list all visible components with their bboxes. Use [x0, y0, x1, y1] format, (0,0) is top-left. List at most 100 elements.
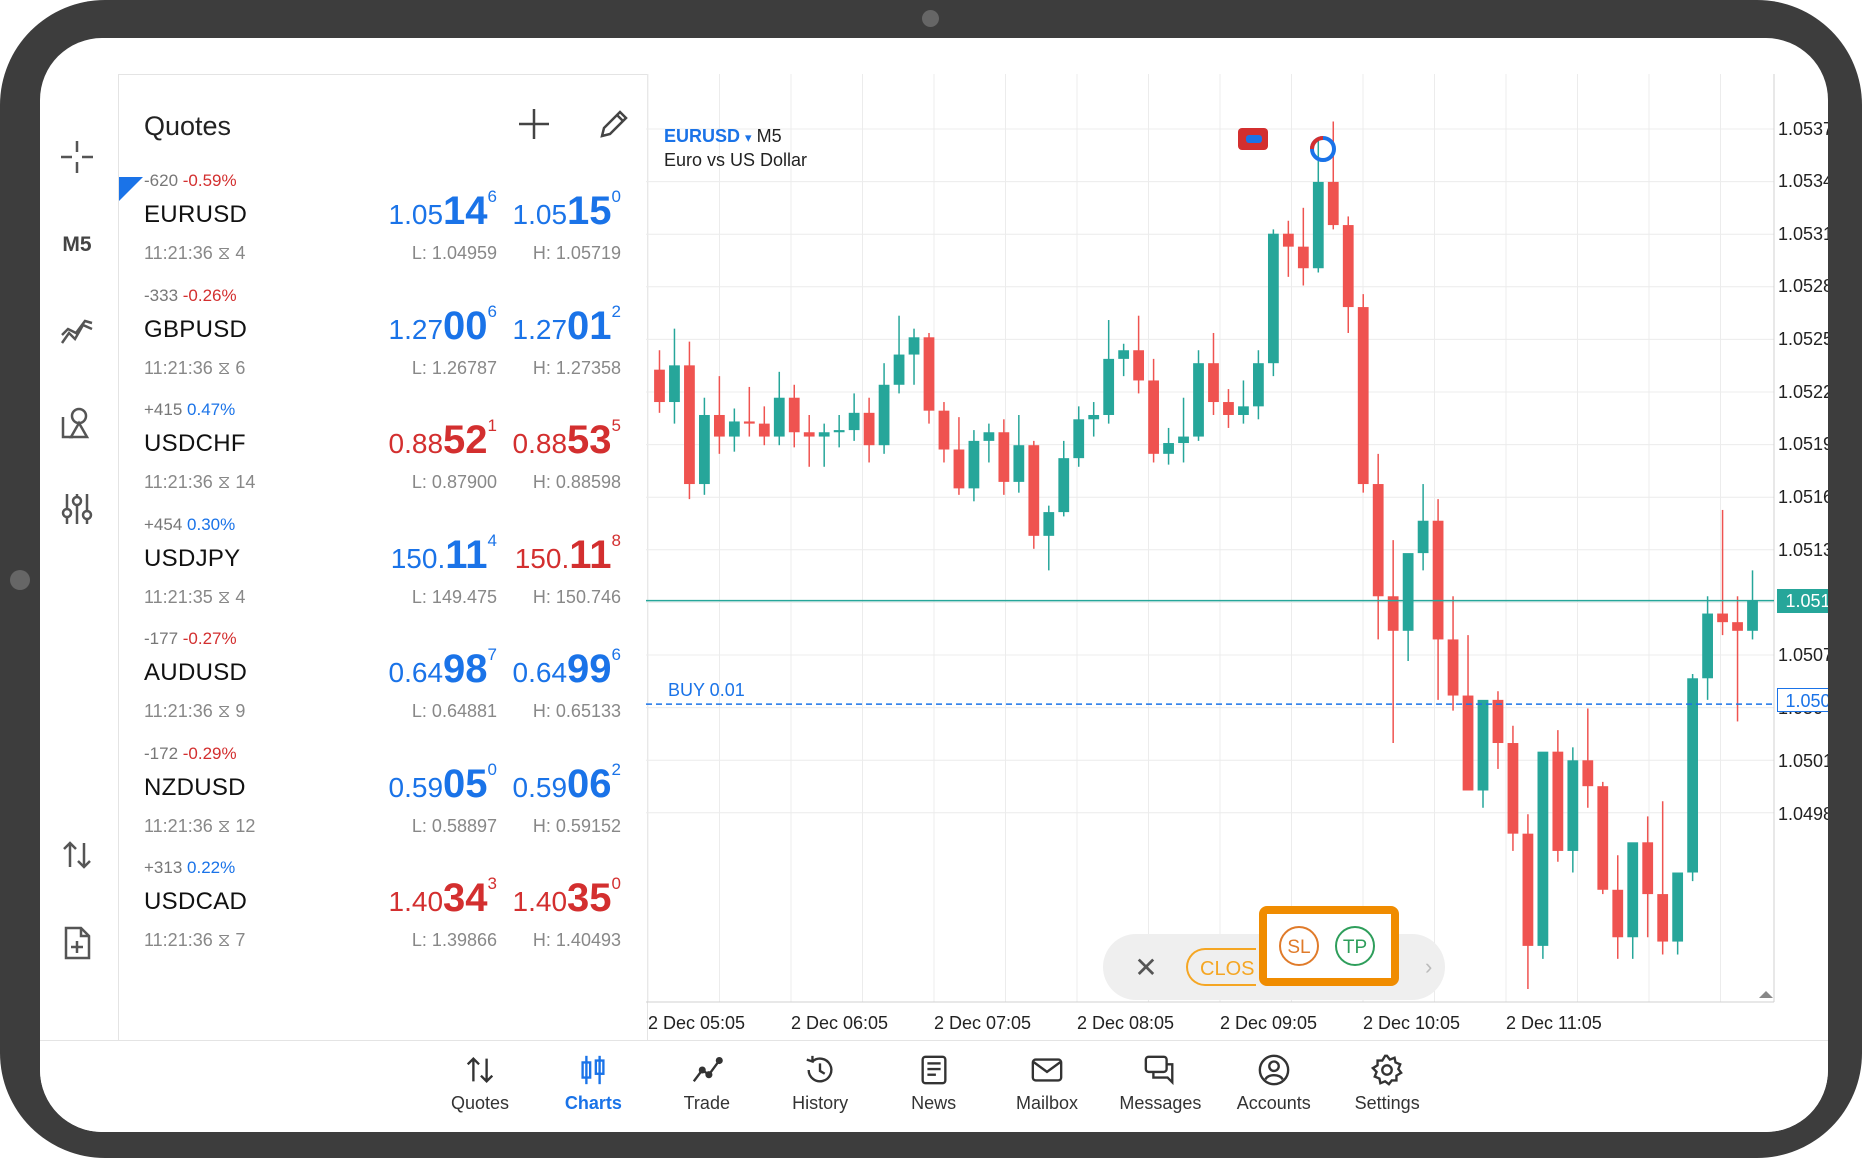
- candle-body: [953, 449, 965, 489]
- candle-body: [1642, 842, 1654, 895]
- nav-mailbox[interactable]: Mailbox: [992, 1053, 1102, 1114]
- nav-trade[interactable]: Trade: [652, 1053, 762, 1114]
- spread-icon: ⧖: [217, 701, 231, 721]
- bid-price-pips: 11: [445, 532, 488, 577]
- quote-symbol: AUDUSD: [144, 659, 248, 686]
- change-points: -333: [144, 285, 179, 305]
- candle-body: [1432, 520, 1444, 640]
- economic-event-icon-accent: [1310, 136, 1324, 150]
- quote-timestamp: 11:21:36: [144, 357, 213, 378]
- order-line-label[interactable]: BUY 0.01: [668, 680, 745, 701]
- quote-time: 11:21:36 ⧖ 9: [144, 701, 245, 722]
- nav-quotes[interactable]: Quotes: [425, 1053, 535, 1114]
- order-price-tag: 1.05098: [1777, 688, 1828, 712]
- candle-body: [998, 432, 1010, 482]
- nav-label: Mailbox: [1015, 1093, 1079, 1113]
- timeframe-button[interactable]: M5: [52, 220, 102, 270]
- change-percent: 0.22%: [187, 858, 236, 877]
- news-icon: [921, 1055, 947, 1085]
- price-chart[interactable]: EURUSD ▾ M5 Euro vs US Dollar 1.05370 1.0…: [646, 74, 1828, 1040]
- y-axis-label: 1.05280: [1778, 276, 1828, 296]
- y-axis-label: 1.05160: [1778, 487, 1828, 507]
- bid-price: 1.27006: [389, 302, 497, 349]
- quote-row-nzdusd[interactable]: -172 -0.29% NZDUSD 11:21:36 ⧖ 12 0.59050 0.5…: [119, 744, 647, 858]
- sl-tp-highlight: SL TP: [1259, 906, 1399, 986]
- nav-charts[interactable]: Charts: [538, 1053, 648, 1114]
- candle-body: [908, 337, 920, 355]
- daily-high: H: 1.40493: [532, 930, 621, 950]
- chart-settings-button[interactable]: [52, 484, 102, 534]
- ask-price-fraction: 2: [611, 301, 621, 321]
- daily-low: L: 0.64881: [411, 701, 497, 721]
- change-points: +313: [144, 858, 183, 877]
- quote-spread: 7: [235, 930, 246, 950]
- quote-row-usdjpy[interactable]: +454 0.30% USDJPY 11:21:35 ⧖ 4 150.114 150.1…: [119, 515, 647, 629]
- quote-change: +415 0.47%: [144, 400, 235, 420]
- ask-price-fraction: 0: [611, 187, 621, 206]
- one-click-trading-button[interactable]: [52, 830, 102, 880]
- y-axis-label: 1.05130: [1778, 540, 1828, 560]
- quote-row-usdcad[interactable]: +313 0.22% USDCAD 11:21:36 ⧖ 7 1.40343 1.403…: [119, 858, 647, 972]
- nav-history[interactable]: History: [765, 1053, 875, 1114]
- chart-symbol-selector[interactable]: EURUSD ▾ M5: [664, 126, 782, 147]
- trade-icon: [692, 1057, 723, 1083]
- candle-body: [1657, 894, 1669, 942]
- daily-high: H: 0.65133: [532, 701, 621, 721]
- close-position-button[interactable]: CLOS: [1186, 948, 1256, 986]
- stop-loss-button[interactable]: SL: [1279, 926, 1319, 966]
- quote-time: 11:21:36 ⧖ 6: [144, 358, 245, 379]
- y-axis-label: 1.05070: [1778, 645, 1828, 665]
- daily-high: H: 1.27358: [532, 357, 621, 378]
- y-axis-label: 1.05190: [1778, 434, 1828, 454]
- take-profit-button[interactable]: TP: [1335, 926, 1375, 966]
- ask-price-prefix: 0.88: [512, 428, 568, 459]
- candle-body: [893, 354, 905, 385]
- nav-messages[interactable]: Messages: [1105, 1053, 1215, 1114]
- quote-row-audusd[interactable]: -177 -0.27% AUDUSD 11:21:36 ⧖ 9 0.64987 0.64…: [119, 629, 647, 743]
- candle-body: [1133, 350, 1145, 381]
- ask-price-fraction: 8: [611, 530, 621, 550]
- bid-price-pips: 34: [443, 876, 488, 920]
- front-camera: [922, 10, 939, 27]
- chevron-right-icon[interactable]: ›: [1425, 954, 1432, 980]
- nav-news[interactable]: News: [879, 1053, 989, 1114]
- bid-price-prefix: 0.64: [388, 657, 444, 688]
- candle-body: [1282, 233, 1294, 247]
- close-icon[interactable]: ✕: [1123, 944, 1169, 990]
- spread-icon: ⧖: [217, 930, 231, 950]
- candle-body: [728, 421, 740, 437]
- daily-low: L: 0.58897: [411, 815, 497, 836]
- current-price-tag: 1.05146: [1777, 589, 1828, 613]
- candle-body: [758, 423, 770, 437]
- quote-row-gbpusd[interactable]: -333 -0.26% GBPUSD 11:21:36 ⧖ 6 1.27006 1.27…: [119, 286, 647, 400]
- x-axis-label: 2 Dec 08:05: [1077, 1013, 1175, 1033]
- daily-low: L: 149.475: [411, 586, 497, 607]
- nav-accounts[interactable]: Accounts: [1219, 1053, 1329, 1114]
- quote-row-usdchf[interactable]: +415 0.47% USDCHF 11:21:36 ⧖ 14 0.88521 0.88…: [119, 400, 647, 514]
- bid-price-fraction: 0: [487, 759, 497, 779]
- edit-symbols-button[interactable]: [589, 99, 639, 149]
- indicators-button[interactable]: [52, 308, 102, 358]
- quote-row-eurusd[interactable]: -620 -0.59% EURUSD 11:21:36 ⧖ 4 1.05146 1.05…: [119, 171, 647, 285]
- quote-time: 11:21:36 ⧖ 7: [144, 930, 245, 951]
- ask-price-prefix: 0.59: [512, 771, 568, 803]
- nav-settings[interactable]: Settings: [1332, 1053, 1442, 1114]
- change-points: +454: [144, 514, 183, 534]
- left-toolbar: M5: [40, 74, 118, 1044]
- quotes-panel: Quotes -620 -0.59% EURUSD 11:21:36 ⧖ 4 1.05…: [118, 74, 648, 1041]
- candle-body: [1537, 751, 1549, 946]
- quote-symbol: GBPUSD: [144, 315, 248, 343]
- crosshair-tool-button[interactable]: [52, 132, 102, 182]
- bid-price-pips: 52: [443, 418, 488, 462]
- x-axis-label: 2 Dec 06:05: [791, 1013, 889, 1033]
- candle-body: [1267, 233, 1279, 364]
- add-symbol-button[interactable]: [509, 99, 559, 149]
- scroll-end-icon: [1759, 991, 1773, 998]
- candle-body: [1597, 786, 1609, 890]
- quotes-title: Quotes: [144, 111, 232, 141]
- candle-body: [1567, 760, 1579, 851]
- new-order-button[interactable]: [52, 918, 102, 968]
- objects-button[interactable]: [52, 398, 102, 448]
- chart-canvas[interactable]: [646, 74, 1828, 1040]
- candle-body: [848, 412, 860, 431]
